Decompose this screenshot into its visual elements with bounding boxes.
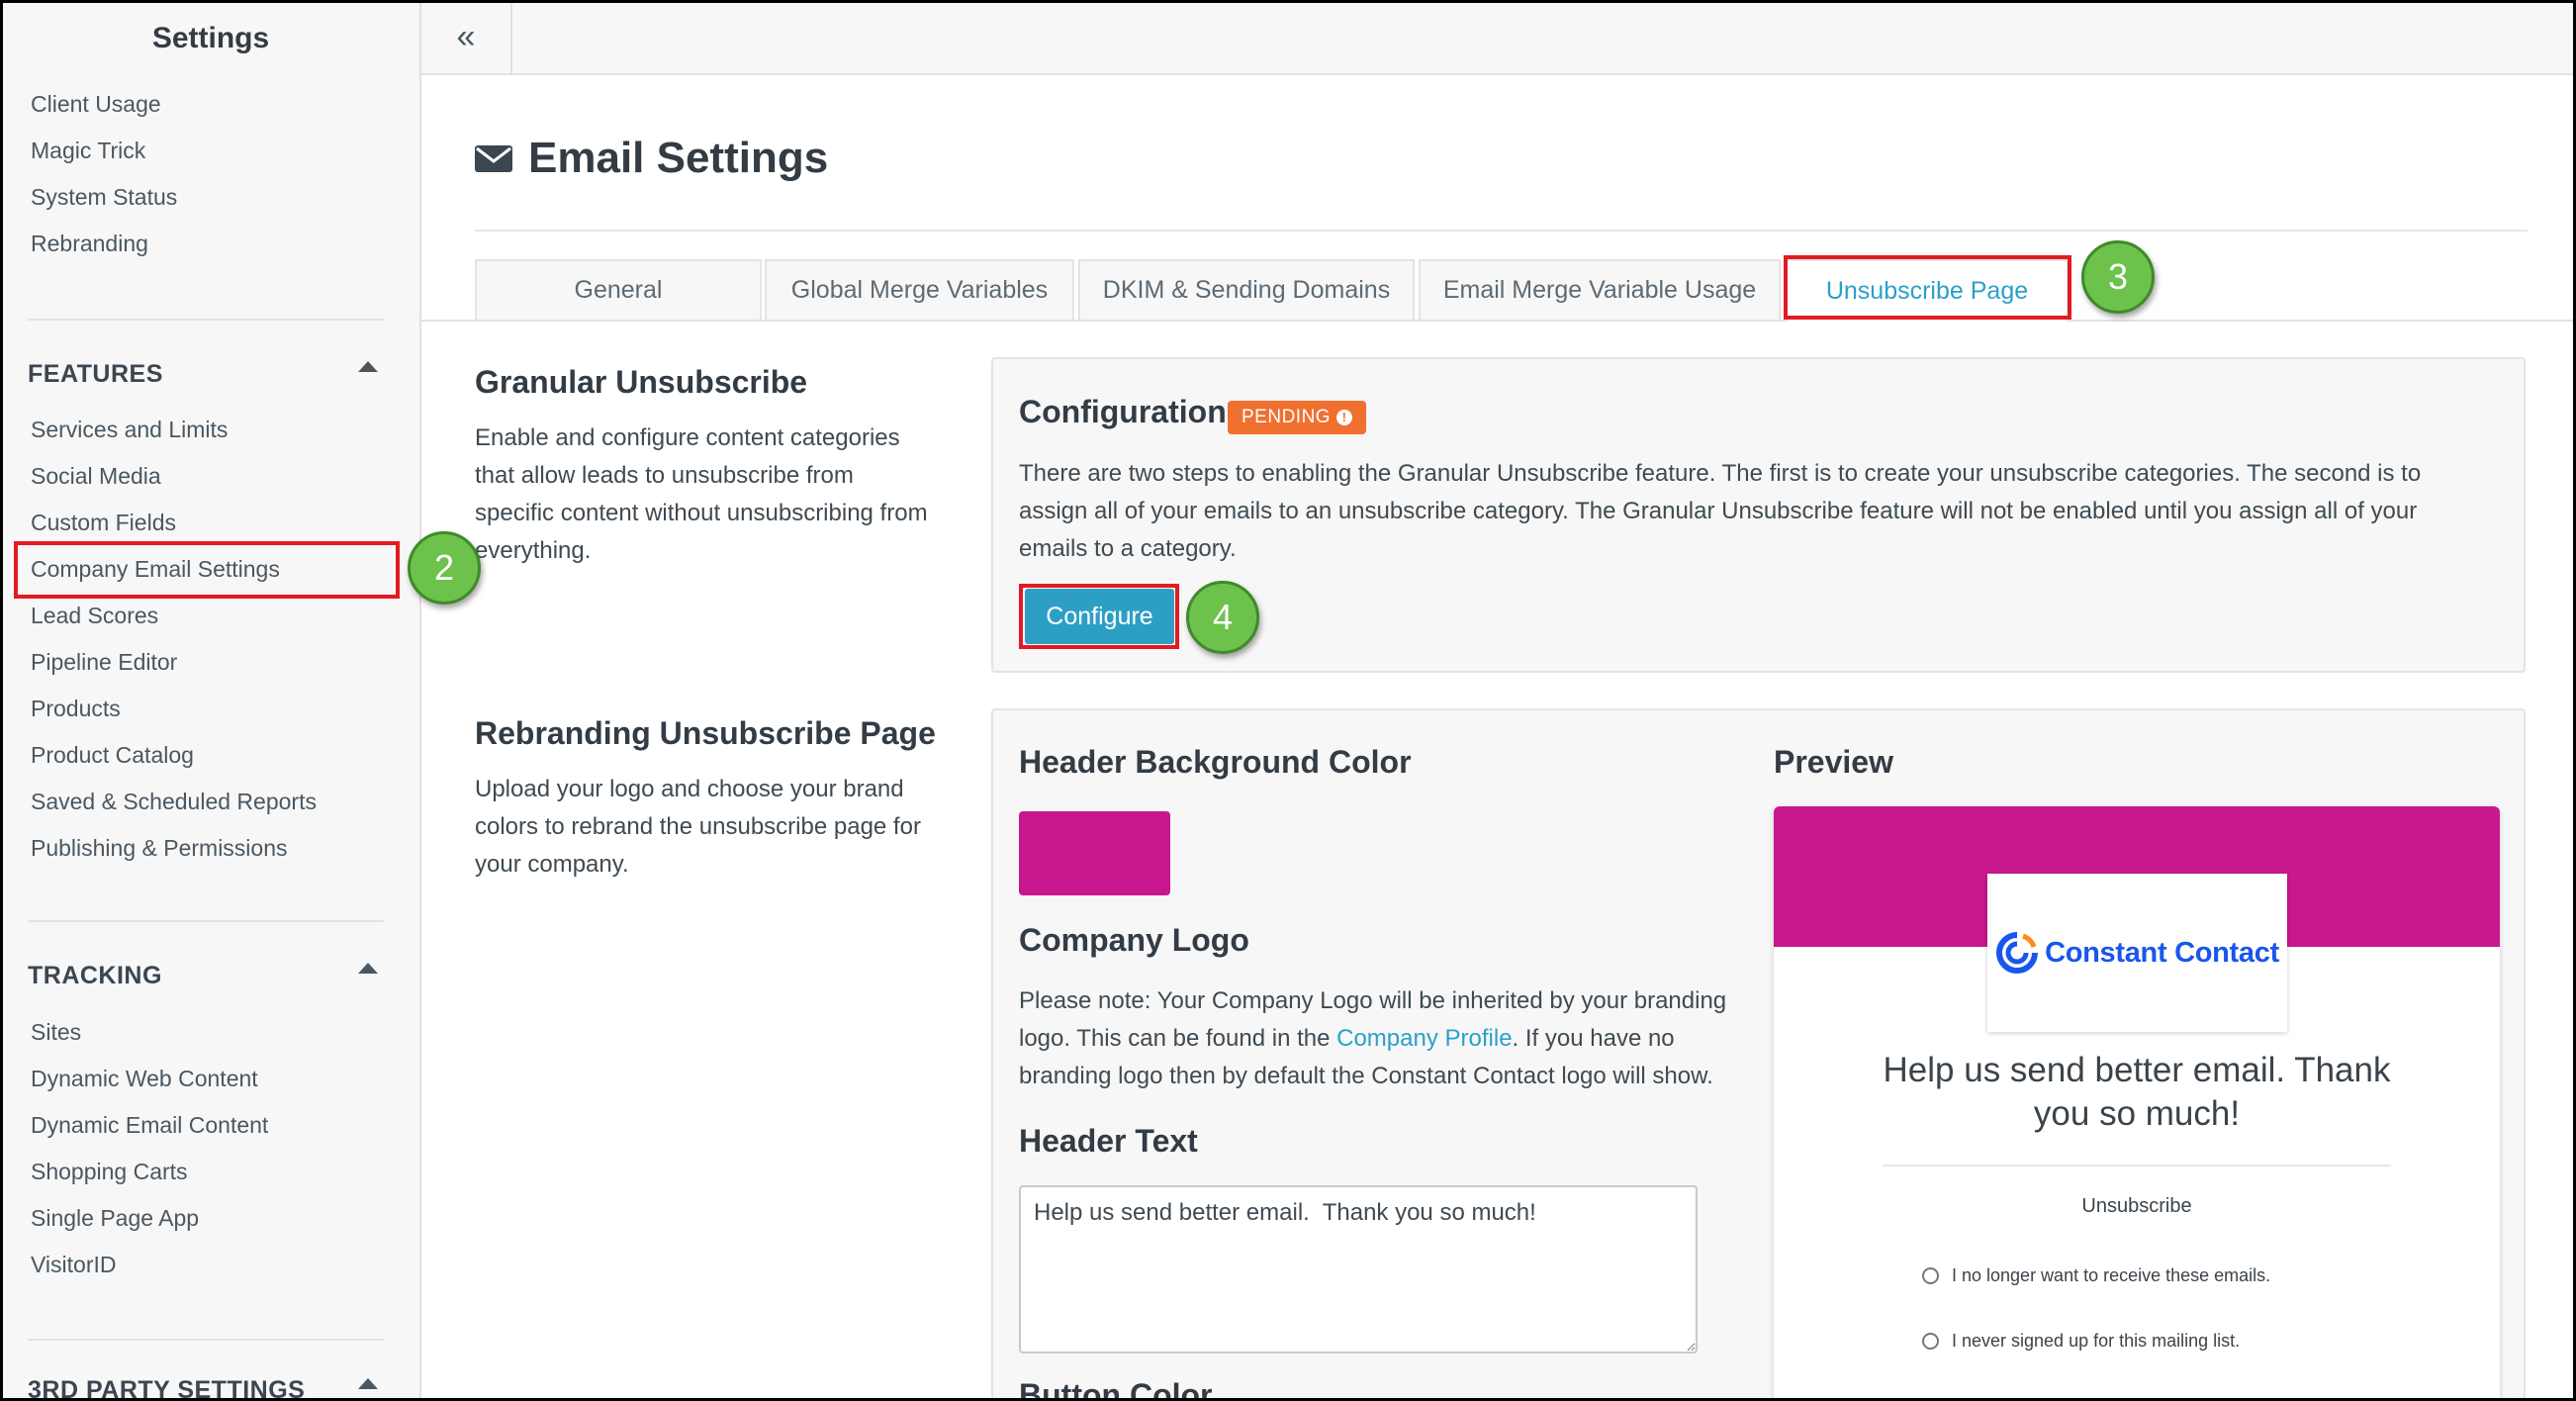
sidebar-title: Settings — [0, 0, 419, 77]
tab-general[interactable]: General — [475, 259, 762, 320]
sidebar-divider — [28, 920, 384, 922]
preview-option[interactable]: I no longer want to receive these emails… — [1922, 1265, 2270, 1286]
sidebar-item-visitorid[interactable]: VisitorID — [31, 1252, 117, 1278]
page-title-text: Email Settings — [528, 134, 829, 182]
tab-global-merge-variables[interactable]: Global Merge Variables — [765, 259, 1074, 320]
preview-divider — [1883, 1165, 2391, 1167]
tab-email-merge-variable-usage[interactable]: Email Merge Variable Usage — [1419, 259, 1781, 320]
sidebar-item-sites[interactable]: Sites — [31, 1019, 81, 1046]
features-heading: FEATURES — [28, 360, 163, 388]
third-party-collapse-icon[interactable] — [358, 1378, 378, 1389]
tab-dkim-sending-domains[interactable]: DKIM & Sending Domains — [1078, 259, 1415, 320]
sidebar-divider — [28, 319, 384, 321]
sidebar-item-products[interactable]: Products — [31, 696, 121, 722]
company-logo-label: Company Logo — [1019, 922, 1249, 958]
preview-heading: Help us send better email. Thank you so … — [1883, 1051, 2391, 1133]
third-party-heading: 3RD PARTY SETTINGS — [28, 1376, 306, 1401]
sidebar-item-services-limits[interactable]: Services and Limits — [31, 417, 228, 443]
granular-unsubscribe-description: Enable and configure content categories … — [475, 424, 928, 564]
tabs-baseline — [421, 320, 2576, 322]
preview-logo-text: Constant Contact — [2045, 936, 2279, 969]
tab-unsubscribe-page[interactable]: Unsubscribe Page — [1786, 259, 2069, 322]
tracking-heading: TRACKING — [28, 962, 162, 989]
collapse-sidebar-icon[interactable]: « — [421, 0, 512, 73]
sidebar-divider — [28, 1339, 384, 1341]
preview-unsubscribe-label: Unsubscribe — [2081, 1195, 2192, 1217]
sidebar-item-dynamic-email-content[interactable]: Dynamic Email Content — [31, 1112, 268, 1139]
preview-option-label: I never signed up for this mailing list. — [1952, 1331, 2241, 1351]
sidebar-item-saved-reports[interactable]: Saved & Scheduled Reports — [31, 789, 317, 815]
configuration-title: Configuration — [1019, 394, 1227, 429]
step-badge-4: 4 — [1186, 581, 1259, 654]
sidebar-item-company-email-settings[interactable]: Company Email Settings — [31, 556, 280, 583]
tracking-collapse-icon[interactable] — [358, 963, 378, 974]
step-badge-2: 2 — [408, 531, 481, 605]
constant-contact-logo-icon — [1996, 932, 2039, 974]
sidebar-item-system-status[interactable]: System Status — [31, 184, 177, 211]
rebranding-description: Upload your logo and choose your brand c… — [475, 776, 921, 878]
configure-button[interactable]: Configure — [1025, 589, 1174, 644]
sidebar-item-client-usage[interactable]: Client Usage — [31, 91, 161, 118]
sidebar-item-social-media[interactable]: Social Media — [31, 463, 161, 490]
sidebar-item-publishing-permissions[interactable]: Publishing & Permissions — [31, 835, 288, 862]
preview-option-label: I no longer want to receive these emails… — [1952, 1265, 2271, 1285]
sidebar-item-product-catalog[interactable]: Product Catalog — [31, 742, 194, 769]
radio-button[interactable] — [1922, 1267, 1939, 1284]
envelope-icon — [475, 144, 512, 172]
sidebar-item-pipeline-editor[interactable]: Pipeline Editor — [31, 649, 177, 676]
sidebar-item-lead-scores[interactable]: Lead Scores — [31, 603, 158, 629]
info-icon: ! — [1336, 410, 1353, 425]
sidebar-item-dynamic-web-content[interactable]: Dynamic Web Content — [31, 1066, 258, 1092]
company-logo-note: Please note: Your Company Logo will be i… — [1019, 982, 1751, 1095]
status-badge-label: PENDING — [1242, 407, 1332, 427]
preview-label: Preview — [1774, 744, 1893, 780]
features-collapse-icon[interactable] — [358, 361, 378, 372]
granular-unsubscribe-title: Granular Unsubscribe — [475, 364, 808, 400]
header-text-input[interactable]: Help us send better email. Thank you so … — [1019, 1185, 1698, 1354]
page-title: Email Settings — [475, 129, 828, 188]
sidebar-item-shopping-carts[interactable]: Shopping Carts — [31, 1159, 188, 1185]
sidebar: Settings Client Usage Magic Trick System… — [0, 0, 421, 1401]
header-bg-color-swatch[interactable] — [1019, 811, 1170, 895]
header-text-label: Header Text — [1019, 1123, 1198, 1159]
preview-logo: Constant Contact — [1987, 874, 2287, 1032]
radio-button[interactable] — [1922, 1333, 1939, 1350]
button-color-label: Button Color — [1019, 1377, 1213, 1401]
status-badge: PENDING ! — [1228, 401, 1367, 434]
configuration-text: There are two steps to enabling the Gran… — [1019, 460, 2422, 562]
rebranding-title: Rebranding Unsubscribe Page — [475, 715, 936, 751]
preview-option[interactable]: I never signed up for this mailing list. — [1922, 1331, 2240, 1352]
sidebar-item-magic-trick[interactable]: Magic Trick — [31, 138, 145, 164]
header-bg-color-label: Header Background Color — [1019, 744, 1412, 780]
preview-card: Constant Contact Help us send better ema… — [1774, 806, 2500, 1401]
step-badge-3: 3 — [2081, 240, 2155, 314]
title-divider — [475, 230, 2528, 232]
company-profile-link[interactable]: Company Profile — [1336, 1025, 1512, 1052]
sidebar-item-custom-fields[interactable]: Custom Fields — [31, 510, 176, 536]
sidebar-item-rebranding[interactable]: Rebranding — [31, 231, 148, 257]
sidebar-item-single-page-app[interactable]: Single Page App — [31, 1205, 199, 1232]
top-bar: « — [421, 0, 2576, 75]
